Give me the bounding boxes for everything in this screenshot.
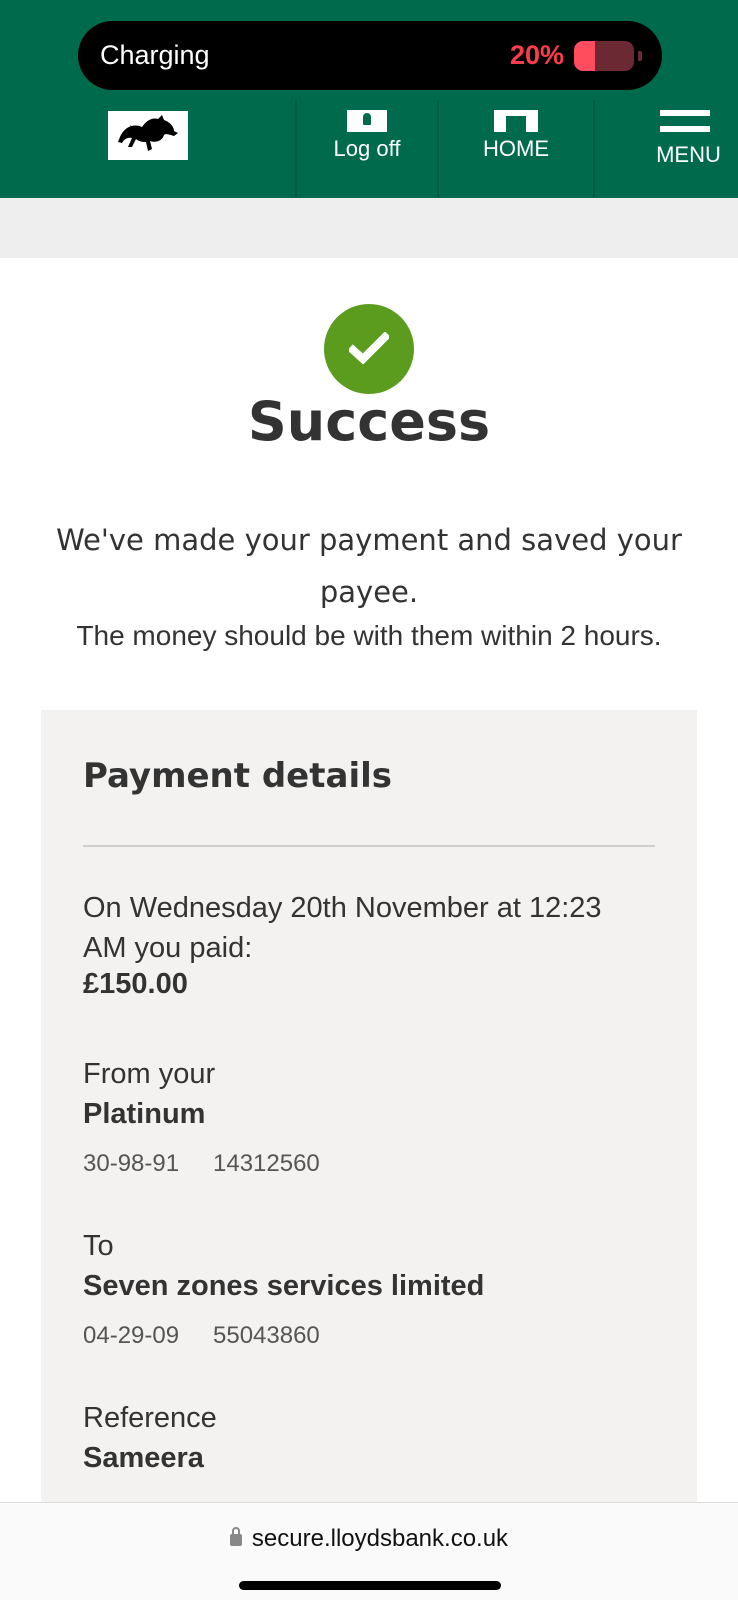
padlock-icon xyxy=(229,1527,242,1546)
reference-label: Reference xyxy=(83,1402,217,1434)
top-nav: Log off HOME MENU xyxy=(0,100,738,198)
from-account-number: 14312560 xyxy=(213,1150,320,1177)
payment-details-title: Payment details xyxy=(83,756,392,796)
success-sub-message: The money should be with them within 2 h… xyxy=(76,620,662,651)
from-sort-code: 30-98-91 xyxy=(83,1150,180,1177)
checkmark-icon xyxy=(349,332,389,365)
reference-value: Sameera xyxy=(83,1442,204,1474)
app-header: Charging 20% Log off HOME MENU xyxy=(0,0,738,198)
to-label: To xyxy=(83,1230,114,1262)
home-button[interactable]: HOME xyxy=(439,100,593,198)
payment-details-card: Payment details On Wednesday 20th Novemb… xyxy=(41,710,697,1512)
payee-name: Seven zones services limited xyxy=(83,1270,485,1302)
from-label: From your xyxy=(83,1058,216,1090)
to-account-number: 55043860 xyxy=(213,1322,320,1349)
charging-status-pill: Charging 20% xyxy=(78,21,662,90)
from-account-name: Platinum xyxy=(83,1098,206,1130)
card-divider xyxy=(83,845,655,847)
url-text: secure.lloydsbank.co.uk xyxy=(251,1525,509,1552)
payment-amount: £150.00 xyxy=(83,968,188,1000)
home-indicator[interactable] xyxy=(239,1581,501,1590)
logoff-button[interactable]: Log off xyxy=(297,100,437,198)
battery-percent: 20% xyxy=(509,40,564,70)
to-sort-code: 04-29-09 xyxy=(83,1322,180,1349)
home-icon xyxy=(494,110,538,132)
battery-tip xyxy=(638,51,642,61)
menu-label: MENU xyxy=(656,142,721,167)
logoff-label: Log off xyxy=(333,136,401,161)
bank-logo[interactable] xyxy=(108,111,188,160)
url-display[interactable]: secure.lloydsbank.co.uk xyxy=(0,1525,738,1553)
success-check-icon xyxy=(324,304,414,394)
hamburger-icon xyxy=(660,110,710,134)
success-title: Success xyxy=(247,390,491,453)
success-message: We've made your payment and saved your p… xyxy=(56,523,682,609)
lock-icon xyxy=(347,110,387,132)
battery-fill xyxy=(574,41,595,71)
payment-date-text: On Wednesday 20th November at 12:23 AM y… xyxy=(83,892,602,964)
home-label: HOME xyxy=(483,136,549,161)
charging-label: Charging xyxy=(100,40,210,70)
battery-icon xyxy=(574,41,634,71)
page-spacer-bar xyxy=(0,198,738,258)
browser-address-bar[interactable]: secure.lloydsbank.co.uk xyxy=(0,1502,738,1600)
black-horse-logo-icon xyxy=(118,115,178,151)
menu-button[interactable]: MENU xyxy=(595,100,738,198)
